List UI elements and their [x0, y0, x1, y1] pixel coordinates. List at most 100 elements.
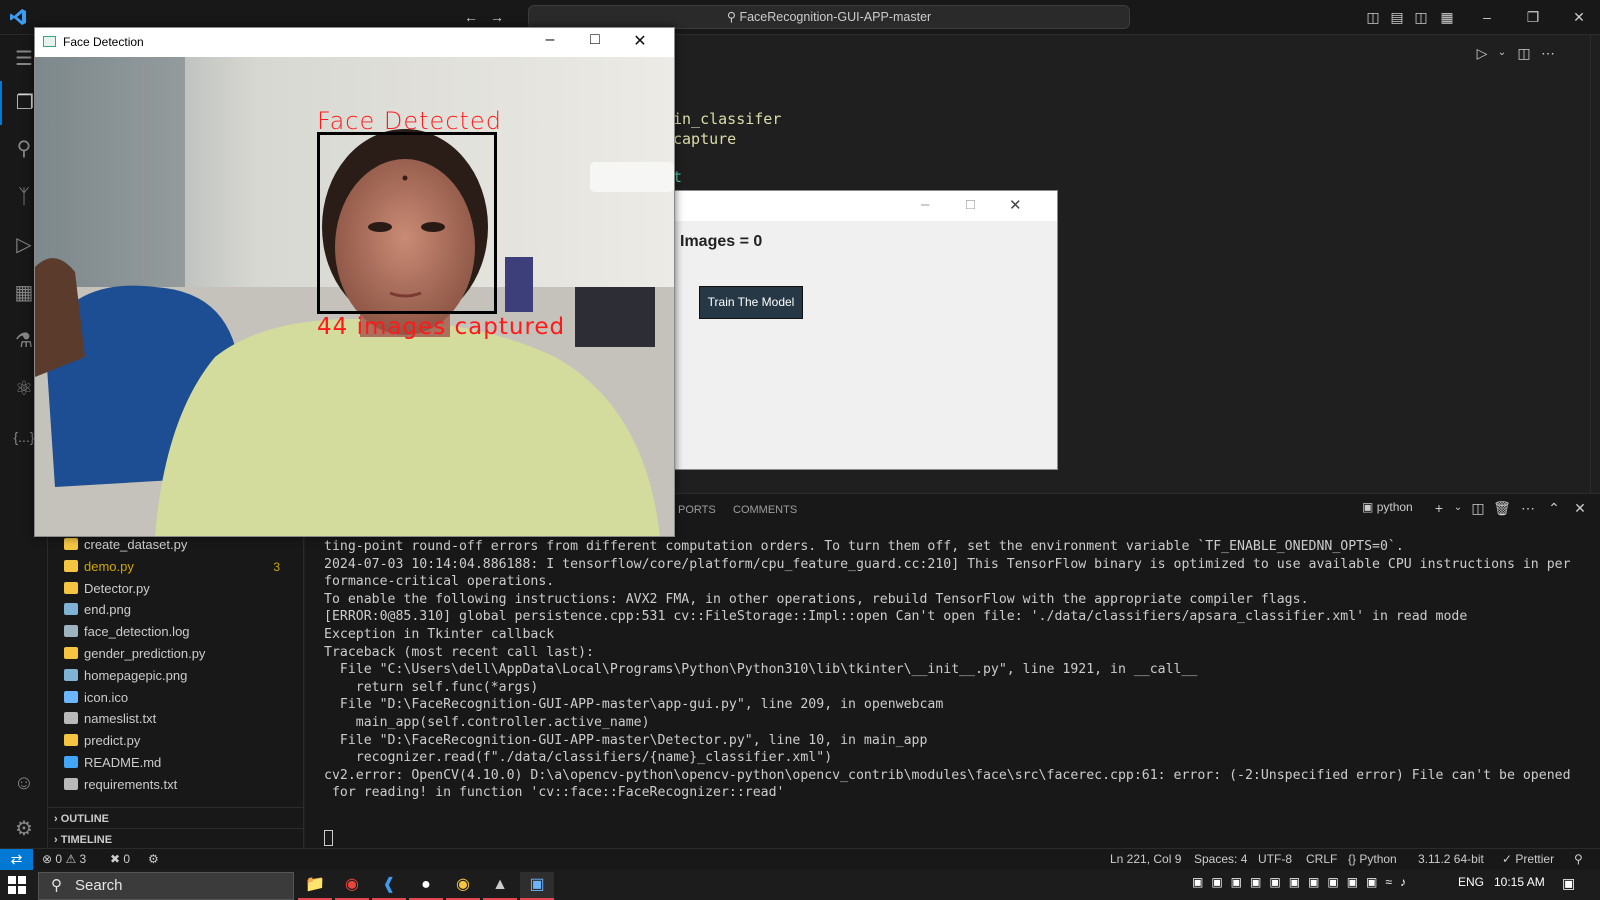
terminal-line: Traceback (most recent call last):	[324, 644, 594, 660]
cursor-position[interactable]: Ln 221, Col 9	[1110, 849, 1181, 870]
prettier-status[interactable]: ✓ Prettier	[1502, 849, 1554, 870]
file-item[interactable]: homepagepic.png	[56, 665, 296, 687]
ports-status[interactable]: ✖ 0	[110, 849, 130, 870]
webcam-feed: Face Detected 44 images captured	[35, 57, 674, 536]
command-center-search[interactable]: ⚲ FaceRecognition-GUI-APP-master	[528, 5, 1130, 29]
terminal-line: cv2.error: OpenCV(4.10.0) D:\a\opencv-py…	[324, 767, 1571, 783]
terminal-line: main_app(self.controller.active_name)	[324, 714, 650, 730]
check-icon: ✓	[1502, 852, 1513, 866]
run-dropdown-icon[interactable]: ⌄	[1493, 44, 1511, 62]
live-share-icon[interactable]: ⚙	[148, 849, 159, 870]
terminal-line: ting-point round-off errors from differe…	[324, 539, 1404, 554]
problems-status[interactable]: ⊗ 0 ⚠ 3	[42, 849, 86, 870]
editor-scrollbar[interactable]	[1590, 35, 1600, 493]
terminal-cursor	[324, 830, 333, 846]
more-actions-icon[interactable]: ⋯	[1539, 44, 1557, 62]
vscode-taskbar-icon[interactable]: ❰	[372, 872, 406, 900]
file-item[interactable]: requirements.txt	[56, 774, 296, 796]
language-mode[interactable]: {} Python	[1348, 849, 1397, 870]
clock[interactable]: 10:15 AM	[1494, 875, 1545, 889]
close-icon[interactable]: ✕	[1009, 196, 1022, 214]
face-detected-label: Face Detected	[317, 107, 502, 135]
file-item[interactable]: README.md	[56, 752, 296, 774]
face-detection-window: Face Detection – □ ✕ Face Detected 44 im…	[34, 27, 675, 537]
search-icon: ⚲	[726, 10, 736, 24]
forward-arrow-icon[interactable]: →	[488, 8, 506, 26]
taskbar-search[interactable]: ⚲ Search	[38, 872, 294, 900]
terminal-line: [ERROR:0@85.310] global persistence.cpp:…	[324, 609, 1468, 625]
warning-icon: ⚠	[65, 852, 77, 866]
back-arrow-icon[interactable]: ←	[462, 8, 480, 26]
remote-indicator-icon[interactable]: ⇄	[0, 849, 33, 871]
chrome-profile-icon[interactable]: ◉	[446, 872, 480, 900]
chrome-icon[interactable]: ◉	[335, 872, 369, 900]
log-file-icon	[64, 625, 78, 637]
status-bar: ⇄ ⊗ 0 ⚠ 3 ✖ 0 ⚙ Ln 221, Col 9 Spaces: 4 …	[0, 848, 1600, 871]
terminal-output[interactable]: ting-point round-off errors from differe…	[324, 538, 1584, 802]
system-tray-icons[interactable]: ▣▣▣▣▣▣▣▣▣▣≈♪	[1192, 875, 1414, 889]
restore-icon[interactable]: ❐	[1524, 8, 1542, 26]
minimize-icon[interactable]: –	[535, 31, 565, 49]
file-item[interactable]: nameslist.txt	[56, 708, 296, 730]
file-item[interactable]: demo.py 3	[56, 556, 296, 578]
split-editor-icon[interactable]: ◫	[1515, 44, 1533, 62]
trash-icon[interactable]: 🗑	[1493, 499, 1511, 517]
more-icon[interactable]: ⋯	[1519, 499, 1537, 517]
toggle-secondary-sidebar-icon[interactable]: ◫	[1412, 8, 1430, 26]
terminal-line: for reading! in function 'cv::face::Face…	[324, 785, 785, 801]
encoding[interactable]: UTF-8	[1258, 849, 1292, 870]
file-name: requirements.txt	[84, 777, 178, 792]
file-item[interactable]: Detector.py	[56, 578, 296, 600]
close-icon[interactable]: ✕	[1570, 8, 1588, 26]
file-item[interactable]: gender_prediction.py	[56, 643, 296, 665]
line-ending[interactable]: CRLF	[1306, 849, 1337, 870]
toggle-sidebar-icon[interactable]: ◫	[1364, 8, 1382, 26]
terminal-line: formance-critical operations.	[324, 574, 555, 590]
tab-comments[interactable]: COMMENTS	[733, 504, 797, 516]
outline-section-header[interactable]: › OUTLINE	[48, 807, 304, 829]
terminal-selector[interactable]: ▣ python	[1362, 500, 1413, 514]
maximize-panel-icon[interactable]: ⌃	[1545, 499, 1563, 517]
file-item[interactable]: face_detection.log	[56, 621, 296, 643]
python-tk-icon[interactable]: ▲	[483, 872, 517, 900]
tab-ports[interactable]: PORTS	[678, 504, 716, 516]
file-name: gender_prediction.py	[84, 646, 206, 661]
py-file-icon	[64, 538, 78, 550]
account-icon[interactable]: ☺	[0, 761, 48, 805]
maximize-icon[interactable]: □	[966, 196, 975, 213]
customize-layout-icon[interactable]: ▦	[1438, 8, 1456, 26]
split-terminal-icon[interactable]: ◫	[1469, 499, 1487, 517]
file-item[interactable]: end.png	[56, 599, 296, 621]
settings-gear-icon[interactable]: ⚙	[0, 807, 48, 851]
notification-icon[interactable]: ▣	[1562, 875, 1575, 892]
train-model-button[interactable]: Train The Model	[699, 286, 803, 319]
file-item[interactable]: predict.py	[56, 730, 296, 752]
close-panel-icon[interactable]: ✕	[1571, 499, 1589, 517]
windows-start-icon[interactable]	[8, 876, 28, 896]
chevron-right-icon: ›	[54, 813, 58, 825]
search-icon: ⚲	[51, 877, 62, 894]
txt-file-icon	[64, 778, 78, 790]
indentation[interactable]: Spaces: 4	[1194, 849, 1247, 870]
app-icon[interactable]: ●	[409, 872, 443, 900]
minimize-icon[interactable]: –	[1478, 8, 1496, 26]
toggle-panel-icon[interactable]: ▤	[1388, 8, 1406, 26]
file-name: end.png	[84, 602, 131, 617]
notifications-bell-icon[interactable]: ⚲	[1574, 849, 1583, 870]
file-explorer-icon[interactable]: 📁	[298, 872, 332, 900]
new-terminal-icon[interactable]: +	[1430, 499, 1448, 517]
maximize-icon[interactable]: □	[580, 31, 610, 49]
input-language[interactable]: ENG	[1458, 875, 1484, 889]
file-item[interactable]: icon.ico	[56, 687, 296, 709]
tk-app-window: – □ ✕ Images = 0 Train The Model	[660, 190, 1058, 470]
timeline-section-header[interactable]: › TIMELINE	[48, 828, 304, 850]
minimize-icon[interactable]: –	[921, 196, 929, 213]
close-icon[interactable]: ✕	[625, 31, 655, 51]
python-window-icon[interactable]: ▣	[520, 872, 554, 900]
file-item[interactable]: create_dataset.py	[56, 534, 296, 556]
python-interpreter[interactable]: 3.11.2 64-bit	[1418, 849, 1484, 870]
terminal-dropdown-icon[interactable]: ⌄	[1449, 499, 1467, 517]
run-python-icon[interactable]: ▷	[1473, 44, 1491, 62]
py-file-icon	[64, 734, 78, 746]
terminal-line: return self.func(*args)	[324, 679, 539, 695]
